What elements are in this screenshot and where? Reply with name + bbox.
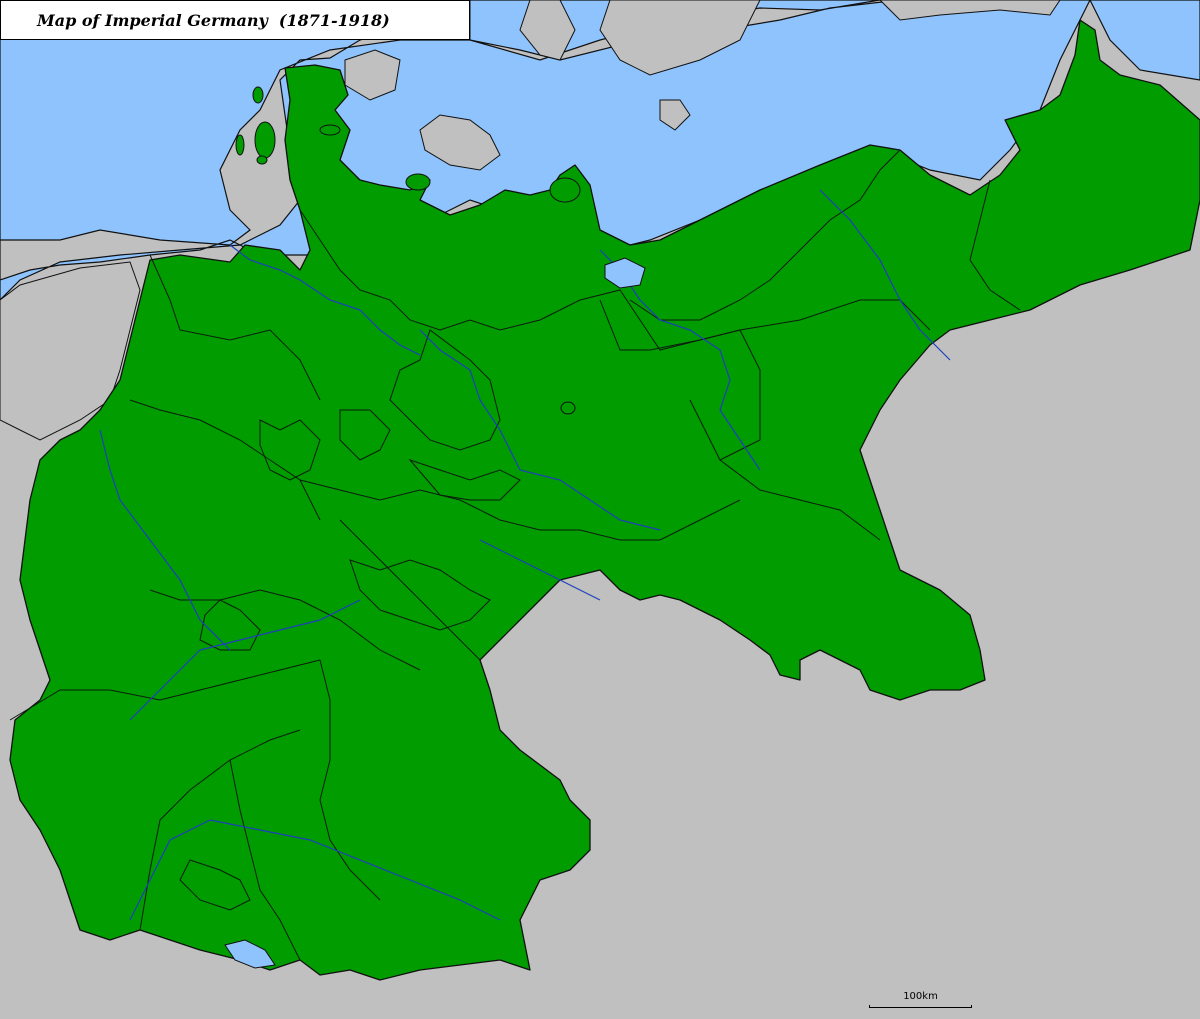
map-canvas[interactable] (0, 0, 1200, 1019)
scale-label: 100km (903, 991, 938, 1002)
lake-small-1 (560, 401, 576, 415)
map-title: Map of Imperial Germany (1871-1918) (37, 10, 390, 30)
scale-line (869, 1005, 972, 1008)
scale-bar: 100km (868, 991, 973, 1008)
map-title-box: Map of Imperial Germany (1871-1918) (0, 0, 470, 40)
map-view[interactable]: Map of Imperial Germany (1871-1918) 100k… (0, 0, 1200, 1019)
